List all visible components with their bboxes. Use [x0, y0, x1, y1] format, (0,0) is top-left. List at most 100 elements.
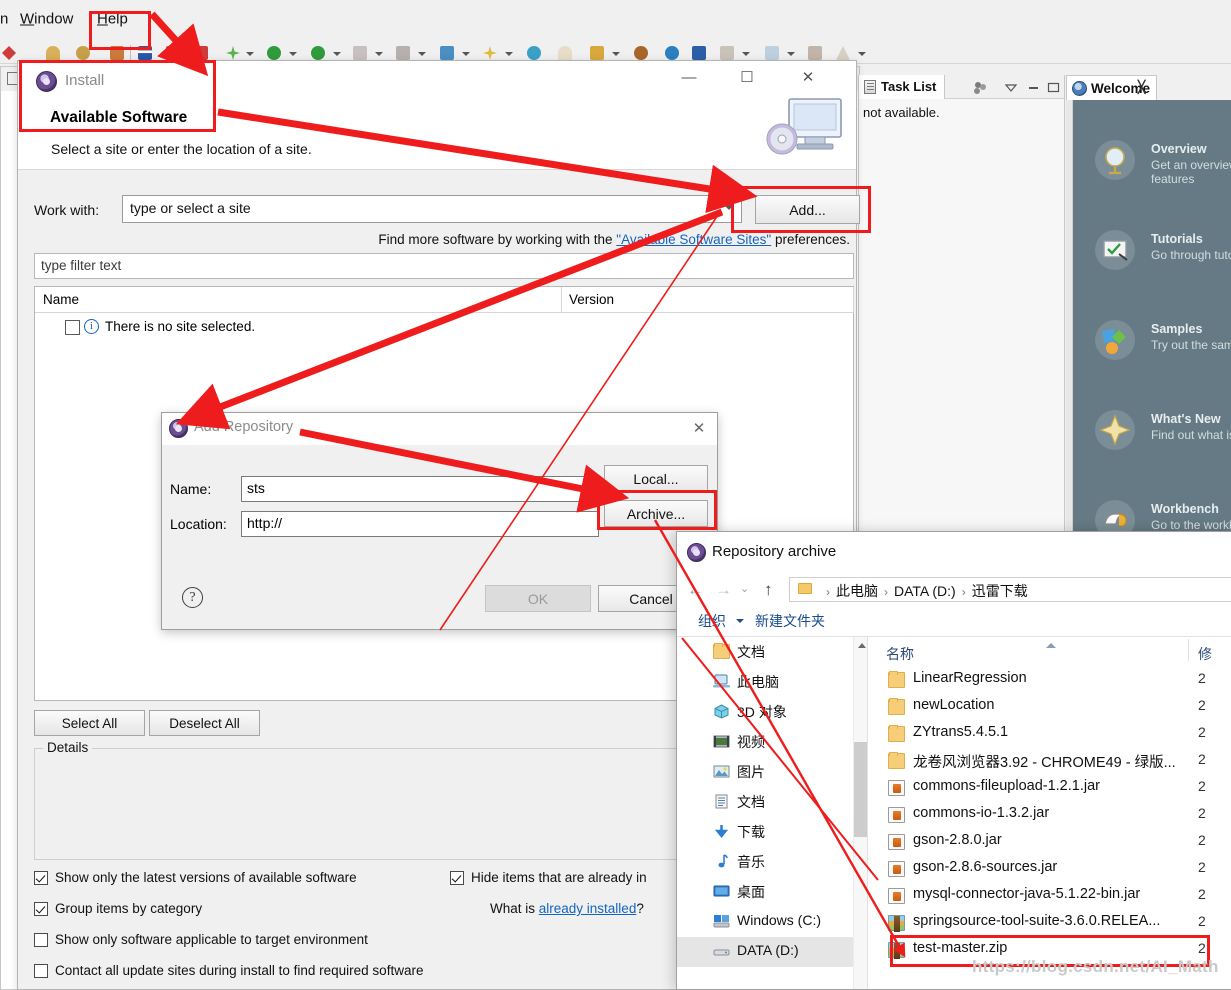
- row-checkbox[interactable]: [65, 320, 80, 335]
- breadcrumb-item-0[interactable]: 此电脑: [836, 583, 878, 599]
- sidebar-item-this-pc[interactable]: 此电脑: [677, 667, 857, 697]
- column-header-name[interactable]: 名称: [886, 644, 914, 664]
- filter-input[interactable]: type filter text: [34, 253, 854, 279]
- work-with-input[interactable]: type or select a site: [130, 200, 251, 216]
- pin-icon[interactable]: [2, 46, 16, 60]
- debug-icon[interactable]: [311, 46, 325, 60]
- scrollbar-thumb[interactable]: [854, 742, 868, 837]
- up-icon[interactable]: ↑: [764, 580, 773, 600]
- sidebar-scrollbar[interactable]: [853, 637, 868, 989]
- file-list-item-springsource[interactable]: springsource-tool-suite-3.6.0.RELEA... 2: [868, 910, 1231, 937]
- breadcrumb-item-1[interactable]: DATA (D:): [894, 583, 956, 599]
- close-icon[interactable]: ╳: [1138, 81, 1150, 93]
- edit-icon[interactable]: [590, 46, 604, 60]
- sidebar-item-desktop[interactable]: 桌面: [677, 877, 857, 907]
- column-header-modified[interactable]: 修: [1198, 644, 1212, 664]
- add-button[interactable]: Add...: [755, 195, 860, 224]
- new-wizard-icon[interactable]: [226, 46, 240, 60]
- checkbox[interactable]: [450, 871, 464, 885]
- sidebar-item-windows-c[interactable]: Windows (C:): [677, 907, 857, 937]
- forward-icon[interactable]: [166, 46, 180, 60]
- scroll-up-icon[interactable]: [858, 643, 866, 648]
- layout-icon[interactable]: [720, 46, 734, 60]
- column-header-name[interactable]: Name: [43, 292, 79, 307]
- report-icon[interactable]: [765, 46, 779, 60]
- file-list-item[interactable]: newLocation 2: [868, 694, 1231, 721]
- sidebar-item-documents[interactable]: 文档: [677, 787, 857, 817]
- sidebar-item-3d-objects[interactable]: 3D 对象: [677, 697, 857, 727]
- sidebar-item-pictures[interactable]: 图片: [677, 757, 857, 787]
- already-installed-link[interactable]: already installed: [539, 901, 637, 916]
- quick-icon[interactable]: [483, 46, 497, 60]
- file-list-item[interactable]: commons-io-1.3.2.jar 2: [868, 802, 1231, 829]
- tab-task-list[interactable]: Task List: [859, 75, 946, 99]
- welcome-scrollbar[interactable]: [1066, 100, 1073, 560]
- column-header-version[interactable]: Version: [569, 292, 614, 307]
- checkbox[interactable]: [34, 902, 48, 916]
- profile-icon[interactable]: [396, 46, 410, 60]
- view-menu-icon[interactable]: [1004, 81, 1018, 96]
- checkbox[interactable]: [34, 871, 48, 885]
- checkbox[interactable]: [34, 964, 48, 978]
- sidebar-item-music[interactable]: 音乐: [677, 847, 857, 877]
- location-input[interactable]: http://: [241, 511, 599, 537]
- help-icon[interactable]: ?: [182, 587, 203, 608]
- sidebar-item-videos[interactable]: 视频: [677, 727, 857, 757]
- file-list-item[interactable]: 龙卷风浏览器3.92 - CHROME49 - 绿版... 2: [868, 748, 1231, 775]
- external-tools-icon[interactable]: [440, 46, 454, 60]
- maximize-icon[interactable]: [1047, 81, 1060, 96]
- ok-button[interactable]: OK: [485, 585, 591, 612]
- checkbox[interactable]: [34, 933, 48, 947]
- open-type-icon[interactable]: [46, 46, 60, 60]
- breadcrumb-bar[interactable]: › 此电脑 › DATA (D:) › 迅雷下载: [789, 577, 1231, 602]
- file-list-item[interactable]: mysql-connector-java-5.1.22-bin.jar 2: [868, 883, 1231, 910]
- web-icon[interactable]: [665, 46, 679, 60]
- file-list-item[interactable]: gson-2.8.6-sources.jar 2: [868, 856, 1231, 883]
- recent-locations-icon[interactable]: ⌄: [740, 582, 749, 595]
- chevron-down-icon[interactable]: [736, 619, 744, 623]
- annotation-icon[interactable]: [692, 46, 706, 60]
- organize-button[interactable]: 组织: [698, 611, 726, 631]
- maximize-button[interactable]: ☐: [724, 61, 770, 95]
- focus-on-workweek-icon[interactable]: [973, 81, 989, 98]
- spell-icon[interactable]: [194, 46, 208, 60]
- back-icon[interactable]: ←: [687, 580, 704, 600]
- name-input[interactable]: sts: [241, 476, 599, 502]
- menu-item-window[interactable]: Window: [20, 11, 73, 28]
- sidebar-item-documents-quick[interactable]: 文档: [677, 637, 857, 667]
- run-icon[interactable]: [267, 46, 281, 60]
- work-with-combo[interactable]: type or select a site: [122, 195, 742, 223]
- available-software-sites-link[interactable]: "Available Software Sites": [616, 232, 771, 247]
- menu-item-help[interactable]: Help: [97, 11, 128, 28]
- redo-icon[interactable]: [110, 46, 124, 60]
- coverage-icon[interactable]: [558, 46, 572, 60]
- archive-button[interactable]: Archive...: [604, 500, 708, 527]
- deselect-all-button[interactable]: Deselect All: [149, 710, 260, 736]
- minimize-icon[interactable]: [1027, 81, 1040, 96]
- sidebar-item-downloads[interactable]: 下载: [677, 817, 857, 847]
- chevron-down-icon[interactable]: [724, 205, 734, 210]
- git-icon[interactable]: [527, 46, 541, 60]
- file-list-item[interactable]: commons-fileupload-1.2.1.jar 2: [868, 775, 1231, 802]
- sidebar-item-data-d[interactable]: DATA (D:): [677, 937, 857, 967]
- file-list-item[interactable]: test-master.zip 2: [868, 937, 1231, 964]
- new-folder-button[interactable]: 新建文件夹: [755, 611, 825, 631]
- marker-icon[interactable]: [836, 46, 850, 60]
- file-list-item[interactable]: LinearRegression 2: [868, 667, 1231, 694]
- local-button[interactable]: Local...: [604, 465, 708, 492]
- search-icon[interactable]: [76, 46, 90, 60]
- file-list-item[interactable]: gson-2.8.0.jar 2: [868, 829, 1231, 856]
- stop-icon[interactable]: [353, 46, 367, 60]
- tab-welcome[interactable]: Welcome ╳: [1066, 75, 1158, 100]
- perspective-icon[interactable]: [808, 46, 822, 60]
- select-all-button[interactable]: Select All: [34, 710, 145, 736]
- minimize-button[interactable]: —: [666, 61, 712, 95]
- close-button[interactable]: ✕: [785, 61, 831, 95]
- forward-icon[interactable]: →: [715, 580, 732, 600]
- coffee-icon[interactable]: [634, 46, 648, 60]
- menu-item-truncated[interactable]: n: [0, 11, 8, 28]
- file-list-item[interactable]: ZYtrans5.4.5.1 2: [868, 721, 1231, 748]
- close-button[interactable]: ✕: [689, 419, 709, 439]
- breadcrumb-item-2[interactable]: 迅雷下载: [972, 583, 1028, 599]
- console-icon[interactable]: [138, 46, 152, 60]
